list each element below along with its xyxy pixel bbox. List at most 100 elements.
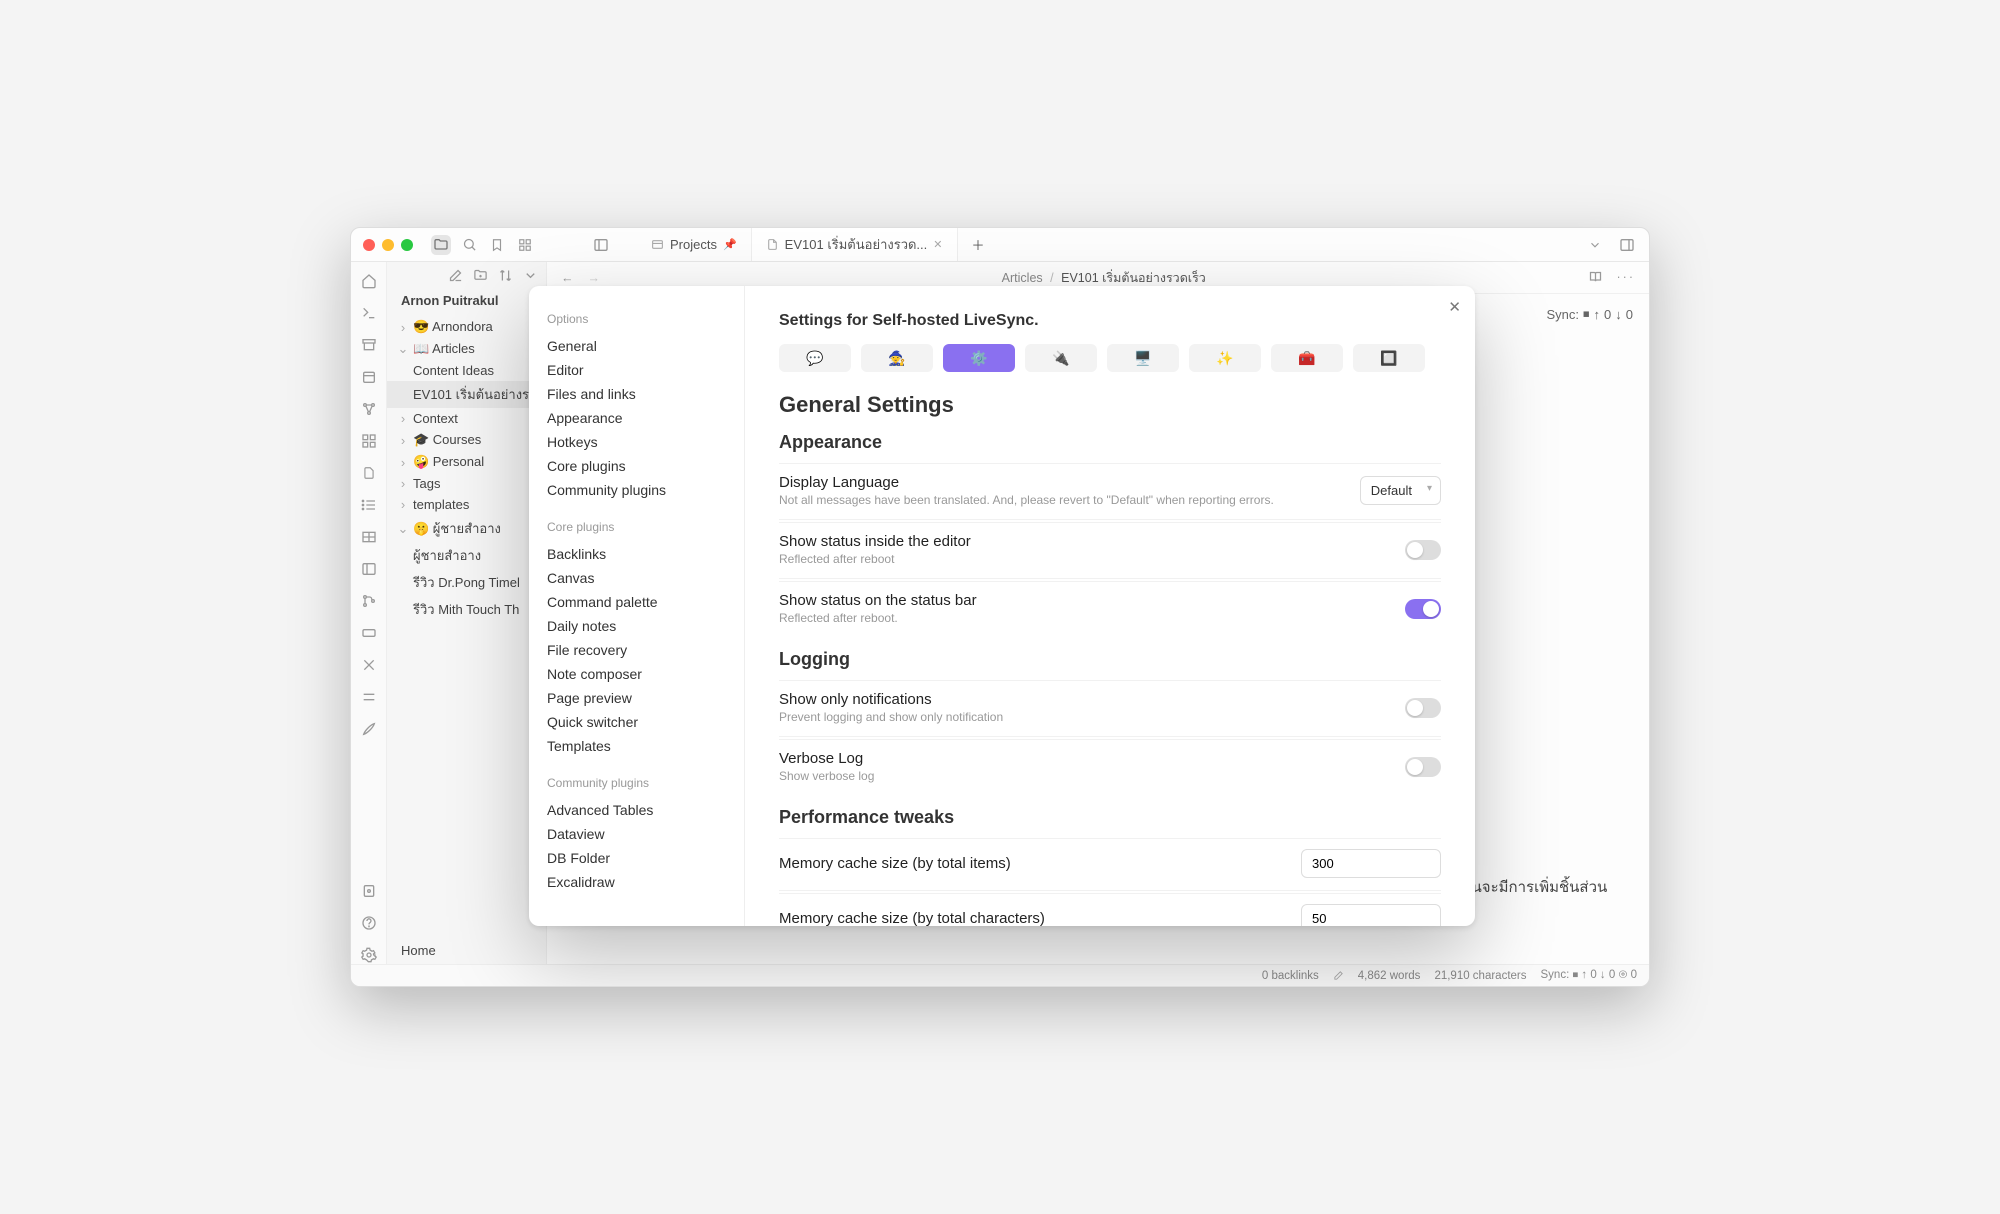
mem-items-input[interactable] [1301, 849, 1441, 878]
tree-node[interactable]: ›🤪 Personal [387, 451, 546, 473]
tree-node[interactable]: รีวิว Mith Touch Th [387, 596, 546, 623]
settings-nav-core[interactable]: Core plugins [547, 454, 726, 478]
breadcrumb-root[interactable]: Articles [1002, 271, 1043, 285]
plugin-tab[interactable]: 🔲 [1353, 344, 1425, 372]
plugin-tab[interactable]: ✨ [1189, 344, 1261, 372]
crossed-icon[interactable] [360, 656, 378, 674]
settings-nav-item[interactable]: Advanced Tables [547, 798, 726, 822]
sync-indicator: Sync: ⏹ ↑0 ↓0 [1547, 306, 1633, 322]
tab-projects[interactable]: Projects 📌 [637, 228, 752, 261]
vault-icon[interactable] [360, 882, 378, 900]
calendar-icon[interactable] [360, 368, 378, 386]
plugin-tab-active[interactable]: ⚙️ [943, 344, 1015, 372]
terminal-icon[interactable] [360, 304, 378, 322]
toggle-status-bar[interactable] [1405, 599, 1441, 619]
board-icon[interactable] [360, 432, 378, 450]
settings-nav-editor[interactable]: Editor [547, 358, 726, 382]
tree-node-selected[interactable]: EV101 เริ่มต้นอย่างร [387, 381, 546, 408]
card-icon[interactable] [360, 624, 378, 642]
sort-icon[interactable] [498, 268, 513, 283]
tree-node[interactable]: ⌄📖 Articles [387, 338, 546, 360]
setting-row-verbose: Verbose Log Show verbose log [779, 739, 1441, 793]
settings-nav-item[interactable]: Canvas [547, 566, 726, 590]
tree-node[interactable]: ›Context [387, 408, 546, 429]
pencil-icon [1333, 970, 1344, 981]
new-tab-button[interactable]: ＋ [958, 228, 999, 261]
plugin-icon[interactable] [360, 688, 378, 706]
home-link[interactable]: Home [387, 937, 546, 964]
tree-node[interactable]: ›😎 Arnondora [387, 316, 546, 338]
settings-nav-item[interactable]: Command palette [547, 590, 726, 614]
toggle-notifications[interactable] [1405, 698, 1441, 718]
tree-node[interactable]: ⌄🤫 ผู้ชายสำอาง [387, 515, 546, 542]
nav-forward-icon[interactable]: → [588, 271, 601, 285]
collapse-icon[interactable] [523, 268, 538, 283]
window-controls [363, 239, 413, 251]
new-note-icon[interactable] [448, 268, 463, 283]
grid-icon[interactable] [515, 235, 535, 255]
close-window[interactable] [363, 239, 375, 251]
toggle-status-editor[interactable] [1405, 540, 1441, 560]
plugin-tab[interactable]: 🖥️ [1107, 344, 1179, 372]
brush-icon[interactable] [360, 720, 378, 738]
tree-node[interactable]: ›🎓 Courses [387, 429, 546, 451]
reading-mode-icon[interactable] [1588, 270, 1603, 285]
tree-node[interactable]: ผู้ชายสำอาง [387, 542, 546, 569]
setting-row-notifications: Show only notifications Prevent logging … [779, 680, 1441, 734]
plugin-tab[interactable]: 🔌 [1025, 344, 1097, 372]
chevron-down-icon[interactable] [1585, 235, 1605, 255]
home-icon[interactable] [360, 272, 378, 290]
document-tabs: Projects 📌 EV101 เริ่มต้นอย่างรวด... ✕ ＋ [637, 228, 999, 261]
settings-nav-hotkeys[interactable]: Hotkeys [547, 430, 726, 454]
bookmark-icon[interactable] [487, 235, 507, 255]
more-icon[interactable]: ··· [1617, 270, 1636, 285]
settings-nav-community[interactable]: Community plugins [547, 478, 726, 502]
settings-nav-item[interactable]: DB Folder [547, 846, 726, 870]
tree-node[interactable]: รีวิว Dr.Pong Timel [387, 569, 546, 596]
settings-nav-item[interactable]: Daily notes [547, 614, 726, 638]
tree-node[interactable]: ›Tags [387, 473, 546, 494]
settings-nav-item[interactable]: File recovery [547, 638, 726, 662]
panel-toggle-icon[interactable] [591, 235, 611, 255]
settings-nav-files[interactable]: Files and links [547, 382, 726, 406]
tree-node[interactable]: Content Ideas [387, 360, 546, 381]
settings-nav-item[interactable]: Page preview [547, 686, 726, 710]
mem-chars-input[interactable] [1301, 904, 1441, 926]
tab-label: EV101 เริ่มต้นอย่างรวด... [785, 234, 928, 255]
plugin-tab[interactable]: 🧰 [1271, 344, 1343, 372]
settings-nav-item[interactable]: Quick switcher [547, 710, 726, 734]
settings-nav-item[interactable]: Excalidraw [547, 870, 726, 894]
git-icon[interactable] [360, 592, 378, 610]
archive-icon[interactable] [360, 336, 378, 354]
layout-icon[interactable] [360, 560, 378, 578]
minimize-window[interactable] [382, 239, 394, 251]
settings-nav-general[interactable]: General [547, 334, 726, 358]
settings-icon[interactable] [360, 946, 378, 964]
status-backlinks[interactable]: 0 backlinks [1262, 970, 1319, 982]
folder-icon[interactable] [431, 235, 451, 255]
right-panel-icon[interactable] [1617, 235, 1637, 255]
settings-nav-item[interactable]: Backlinks [547, 542, 726, 566]
settings-nav-appearance[interactable]: Appearance [547, 406, 726, 430]
table-icon[interactable] [360, 528, 378, 546]
graph-icon[interactable] [360, 400, 378, 418]
setting-desc: Reflected after reboot. [779, 611, 977, 625]
toggle-verbose[interactable] [1405, 757, 1441, 777]
settings-nav-item[interactable]: Templates [547, 734, 726, 758]
tab-ev101[interactable]: EV101 เริ่มต้นอย่างรวด... ✕ [752, 228, 958, 261]
list-icon[interactable] [360, 496, 378, 514]
new-folder-icon[interactable] [473, 268, 488, 283]
maximize-window[interactable] [401, 239, 413, 251]
search-icon[interactable] [459, 235, 479, 255]
help-icon[interactable] [360, 914, 378, 932]
pin-icon[interactable]: 📌 [723, 238, 737, 251]
file-icon[interactable] [360, 464, 378, 482]
settings-nav-item[interactable]: Note composer [547, 662, 726, 686]
nav-back-icon[interactable]: ← [561, 271, 574, 285]
settings-nav-item[interactable]: Dataview [547, 822, 726, 846]
plugin-tab[interactable]: 🧙 [861, 344, 933, 372]
tree-node[interactable]: ›templates [387, 494, 546, 515]
close-tab-icon[interactable]: ✕ [933, 238, 942, 251]
plugin-tab[interactable]: 💬 [779, 344, 851, 372]
language-select[interactable]: Default [1360, 476, 1441, 505]
